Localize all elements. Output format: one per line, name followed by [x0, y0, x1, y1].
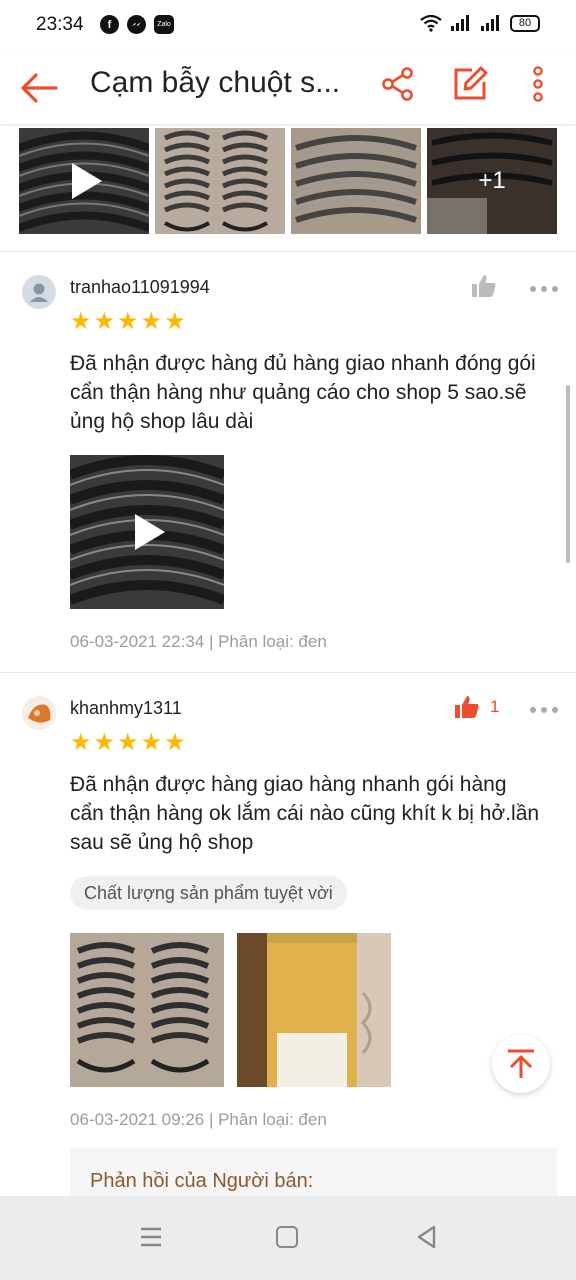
review-image-thumbnail[interactable]	[155, 128, 285, 234]
star-rating: ★ ★ ★ ★ ★	[70, 731, 186, 755]
messenger-icon	[127, 15, 146, 34]
default-user-icon	[30, 283, 48, 302]
star-rating: ★ ★ ★ ★ ★	[70, 310, 186, 334]
play-icon	[135, 514, 165, 550]
product-photo	[70, 933, 224, 1087]
star-icon: ★	[93, 308, 116, 335]
star-icon: ★	[117, 308, 139, 335]
play-icon	[72, 163, 102, 199]
recent-apps-button[interactable]	[138, 1224, 164, 1250]
review-date-variant: 06-03-2021 22:34 | Phân loại: đen	[70, 632, 327, 651]
status-system-icons: 80	[420, 14, 540, 32]
write-review-button[interactable]	[450, 64, 490, 104]
previous-review-media: +1	[0, 124, 576, 252]
user-avatar-image	[22, 696, 56, 730]
like-button[interactable]: 1	[454, 695, 499, 719]
review-date-variant: 06-03-2021 09:26 | Phân loại: đen	[70, 1110, 327, 1129]
review-text: Đã nhận được hàng giao hàng nhanh gói hà…	[70, 773, 540, 854]
more-media-count: +1	[427, 128, 557, 234]
arrow-left-icon	[21, 73, 58, 103]
star-icon: ★	[140, 729, 163, 756]
review-image-thumbnail[interactable]: +1	[427, 128, 557, 234]
like-button[interactable]	[471, 274, 507, 298]
review-image-thumbnail[interactable]	[70, 933, 224, 1087]
review-image-thumbnail[interactable]	[291, 128, 421, 234]
facebook-icon: f	[100, 15, 119, 34]
system-back-button[interactable]	[414, 1224, 440, 1250]
review-video-thumbnail[interactable]	[70, 455, 224, 609]
status-bar: 23:34 f Zalo 80	[0, 0, 576, 52]
more-options-button[interactable]	[520, 64, 556, 104]
review-image-thumbnail[interactable]	[237, 933, 391, 1087]
review-card: khanhmy1311 1 ★ ★ ★ ★ ★ Đã nhận được hàn…	[0, 674, 576, 1208]
more-horizontal-icon	[530, 707, 558, 713]
like-count: 1	[490, 697, 500, 716]
star-icon: ★	[70, 308, 92, 335]
product-photo	[291, 128, 421, 234]
star-icon: ★	[70, 729, 92, 756]
signal-icon-2	[481, 15, 499, 31]
avatar	[22, 696, 56, 730]
app-bar: Cạm bẫy chuột s...	[0, 52, 576, 124]
wifi-icon	[420, 14, 442, 32]
more-vertical-icon	[533, 66, 543, 102]
review-username: tranhao11091994	[70, 277, 210, 297]
scrollbar[interactable]	[566, 385, 570, 563]
edit-icon	[454, 66, 488, 100]
review-username: khanhmy1311	[70, 698, 182, 718]
package-photo	[237, 933, 391, 1087]
star-icon: ★	[164, 729, 186, 756]
review-card: tranhao11091994 ★ ★ ★ ★ ★ Đã nhận được h…	[0, 253, 576, 673]
triangle-back-icon	[417, 1225, 436, 1249]
review-text: Đã nhận được hàng đủ hàng giao nhanh đón…	[70, 352, 536, 433]
more-horizontal-icon	[530, 286, 558, 292]
star-icon: ★	[93, 729, 116, 756]
star-icon: ★	[117, 729, 139, 756]
back-button[interactable]	[18, 66, 62, 110]
home-button[interactable]	[276, 1226, 298, 1248]
battery-indicator: 80	[510, 14, 540, 32]
seller-reply-label: Phản hồi của Người bán:	[90, 1170, 314, 1192]
page-title: Cạm bẫy chuột s...	[90, 66, 341, 99]
avatar	[22, 275, 56, 309]
star-icon: ★	[140, 308, 163, 335]
share-icon	[382, 67, 413, 101]
status-time: 23:34	[36, 14, 84, 35]
status-notification-icons: f Zalo	[100, 15, 174, 34]
system-navigation-bar	[0, 1196, 576, 1280]
thumbs-up-icon	[472, 275, 496, 297]
product-photo	[155, 128, 285, 234]
review-video-thumbnail[interactable]	[19, 128, 149, 234]
back-to-top-button[interactable]	[492, 1035, 550, 1093]
thumbs-up-icon	[455, 696, 479, 718]
zalo-icon: Zalo	[154, 15, 174, 34]
review-tag-chip: Chất lượng sản phẩm tuyệt vời	[70, 876, 347, 910]
share-button[interactable]	[378, 64, 418, 104]
menu-icon	[141, 1227, 161, 1247]
signal-icon	[451, 15, 469, 31]
star-icon: ★	[164, 308, 186, 335]
review-more-button[interactable]	[528, 700, 560, 720]
review-more-button[interactable]	[528, 279, 560, 299]
arrow-up-icon	[508, 1049, 534, 1078]
